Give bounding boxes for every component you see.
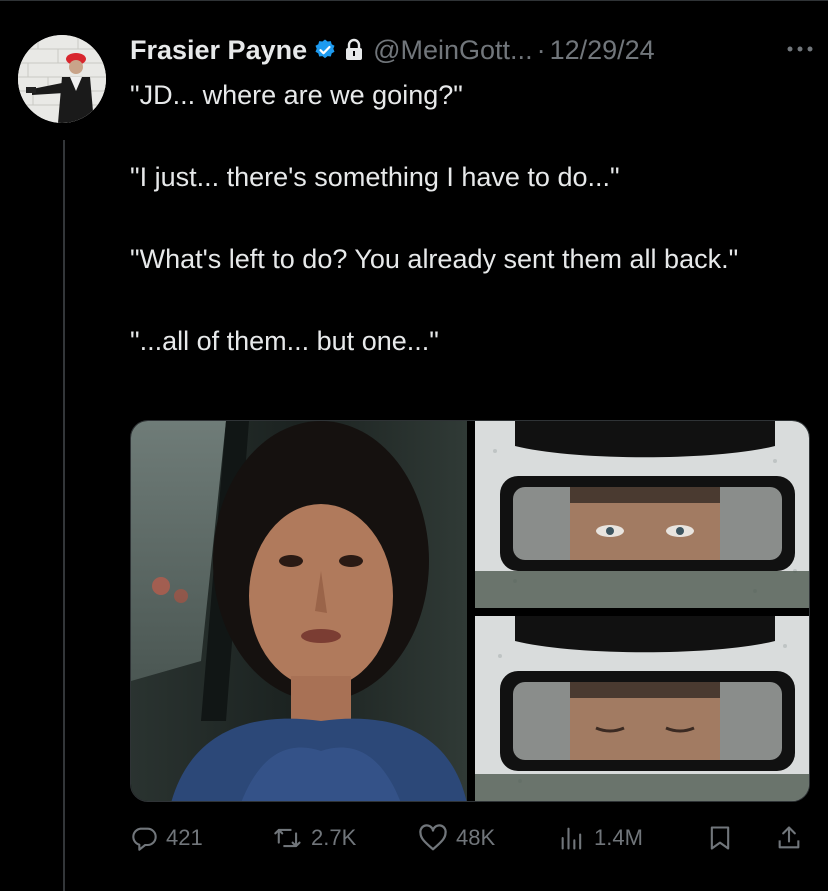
heart-icon — [418, 824, 448, 852]
reply-button[interactable]: 421 — [130, 818, 203, 858]
views-chart-icon — [558, 824, 586, 852]
views-count: 1.4M — [594, 825, 643, 850]
like-count: 48K — [456, 825, 496, 850]
repost-count: 2.7K — [311, 825, 357, 850]
views-button[interactable]: 1.4M — [558, 818, 643, 858]
tweet-header: Frasier Payne @MeinGott... · 12/29/24 — [130, 30, 820, 70]
author-handle[interactable]: @MeinGott... — [373, 35, 532, 66]
bookmark-icon — [707, 824, 733, 852]
like-button[interactable]: 48K — [418, 818, 495, 858]
verified-badge-icon — [313, 38, 337, 62]
more-options-icon[interactable] — [780, 34, 820, 64]
lock-icon — [344, 38, 364, 62]
share-icon — [775, 824, 803, 852]
tweet-paragraph: "I just... there's something I have to d… — [130, 162, 620, 192]
header-separator: · — [536, 34, 546, 65]
top-divider — [0, 0, 828, 1]
media-image-woman-in-car[interactable] — [131, 421, 467, 801]
reply-count: 421 — [166, 825, 203, 850]
reply-icon — [130, 824, 158, 852]
tweet-date[interactable]: 12/29/24 — [550, 35, 655, 66]
repost-button[interactable]: 2.7K — [273, 818, 356, 858]
tweet-actions: 421 2.7K 48K 1.4M — [130, 818, 810, 858]
media-grid — [130, 420, 810, 802]
media-image-mirror-eyes-closed[interactable] — [475, 616, 809, 801]
author-name[interactable]: Frasier Payne — [130, 35, 307, 66]
tweet-text: "JD... where are we going?" "I just... t… — [130, 76, 810, 360]
tweet-paragraph: "...all of them... but one..." — [130, 326, 439, 356]
share-button[interactable] — [775, 818, 803, 858]
thread-line — [63, 140, 65, 891]
retweet-icon — [273, 824, 303, 852]
bookmark-button[interactable] — [707, 818, 733, 858]
tweet-paragraph: "JD... where are we going?" — [130, 80, 463, 110]
media-image-mirror-eyes-open[interactable] — [475, 421, 809, 608]
tweet-paragraph: "What's left to do? You already sent the… — [130, 244, 739, 274]
avatar[interactable] — [18, 35, 106, 123]
